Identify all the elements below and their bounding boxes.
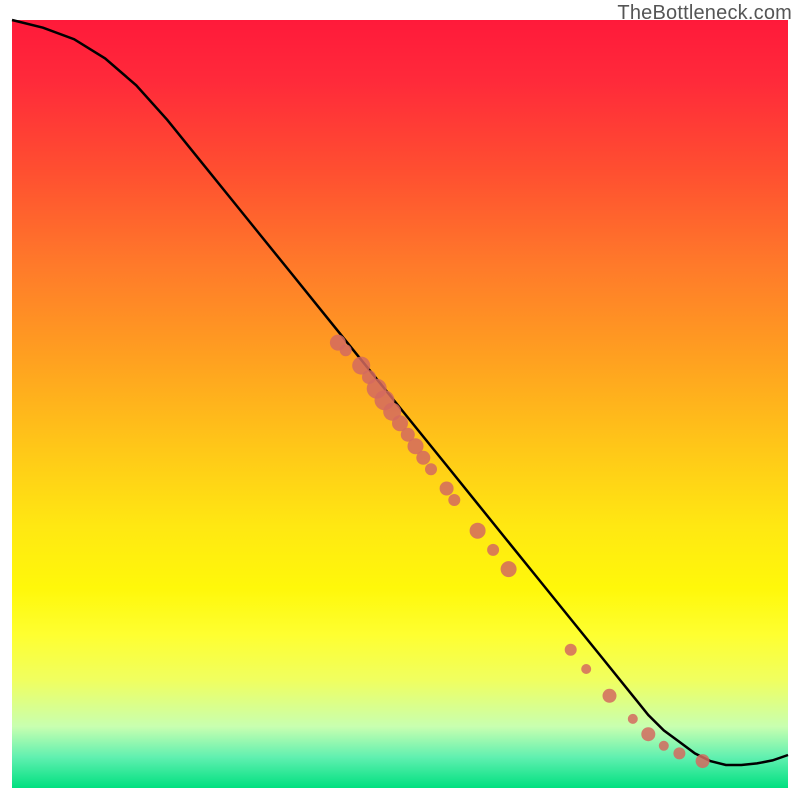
data-point bbox=[659, 741, 669, 751]
data-point bbox=[628, 714, 638, 724]
data-point bbox=[416, 451, 430, 465]
sample-points bbox=[330, 335, 710, 768]
data-point bbox=[448, 494, 460, 506]
data-point bbox=[425, 463, 437, 475]
curve-path bbox=[12, 20, 788, 765]
bottleneck-curve bbox=[12, 20, 788, 765]
data-point bbox=[581, 664, 591, 674]
data-point bbox=[501, 561, 517, 577]
data-point bbox=[696, 754, 710, 768]
data-point bbox=[340, 344, 352, 356]
data-point bbox=[470, 523, 486, 539]
data-point bbox=[641, 727, 655, 741]
chart-svg bbox=[12, 20, 788, 788]
data-point bbox=[440, 482, 454, 496]
data-point bbox=[565, 644, 577, 656]
data-point bbox=[603, 689, 617, 703]
data-point bbox=[673, 747, 685, 759]
data-point bbox=[487, 544, 499, 556]
